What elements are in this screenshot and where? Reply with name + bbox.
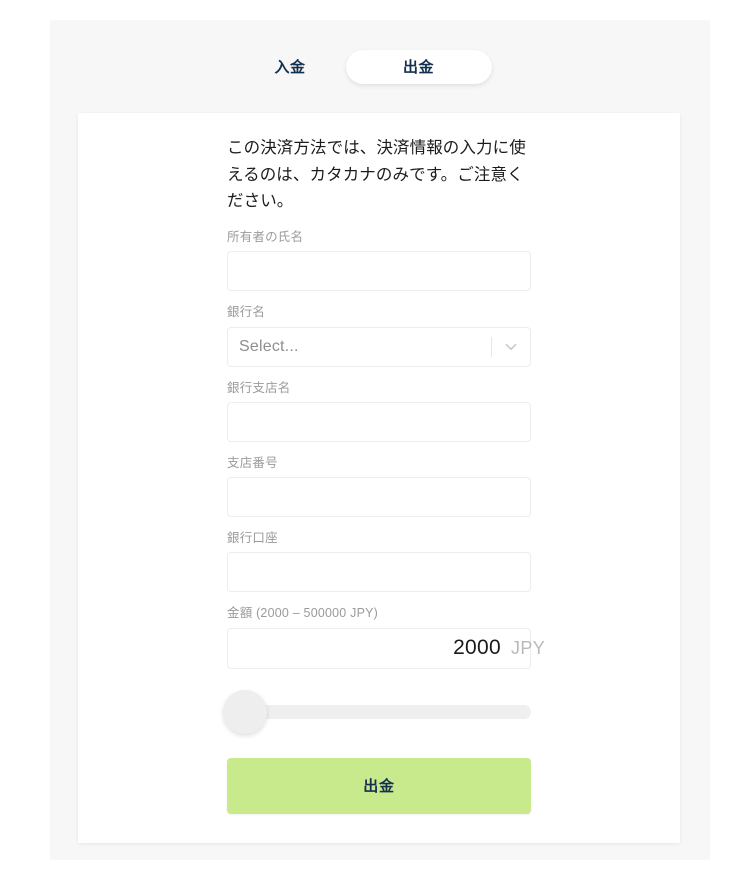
input-amount[interactable] — [228, 635, 511, 662]
select-bank-name-value: Select... — [239, 337, 299, 355]
transaction-type-tabs: 入金 出金 — [50, 44, 710, 90]
label-amount: 金額 (2000 – 500000 JPY) — [227, 606, 379, 621]
chevron-down-icon[interactable] — [492, 328, 530, 366]
katakana-notice: この決済方法では、決済情報の入力に使えるのは、カタカナのみです。ご注意ください。 — [227, 139, 526, 211]
field-account-holder-name: 所有者の氏名 — [227, 229, 531, 292]
amount-currency-label: JPY — [511, 637, 546, 658]
label-branch-number: 支店番号 — [227, 455, 278, 470]
field-amount: 金額 (2000 – 500000 JPY) JPY — [227, 605, 545, 669]
label-bank-account: 銀行口座 — [227, 531, 278, 546]
amount-slider[interactable] — [223, 682, 531, 742]
input-branch-number[interactable] — [227, 477, 531, 518]
field-bank-account: 銀行口座 — [227, 530, 531, 593]
withdrawal-form-card: この決済方法では、決済情報の入力に使えるのは、カタカナのみです。ご注意ください。… — [78, 113, 680, 843]
page-root: 入金 出金 この決済方法では、決済情報の入力に使えるのは、カタカナのみです。ご注… — [0, 0, 750, 880]
input-bank-branch-name[interactable] — [227, 401, 531, 442]
tab-withdraw[interactable]: 出金 — [345, 50, 492, 84]
withdrawal-form: この決済方法では、決済情報の入力に使えるのは、カタカナのみです。ご注意ください。… — [223, 135, 545, 814]
field-bank-branch-name: 銀行支店名 — [227, 380, 531, 442]
field-branch-number: 支店番号 — [227, 455, 531, 518]
amount-slider-track[interactable] — [227, 704, 531, 719]
label-bank-branch-name: 銀行支店名 — [227, 380, 291, 395]
tab-withdraw-label: 出金 — [402, 58, 434, 76]
tab-deposit[interactable]: 入金 — [268, 60, 311, 75]
tab-deposit-label: 入金 — [274, 58, 306, 76]
input-bank-account[interactable] — [227, 552, 531, 593]
label-bank-name: 銀行名 — [227, 305, 266, 320]
input-account-holder-name[interactable] — [227, 251, 531, 292]
amount-input-wrapper[interactable]: JPY — [227, 627, 545, 669]
field-bank-name: 銀行名 Select... — [227, 304, 531, 367]
select-bank-name[interactable]: Select... — [227, 326, 531, 367]
payment-panel: 入金 出金 この決済方法では、決済情報の入力に使えるのは、カタカナのみです。ご注… — [50, 20, 710, 860]
withdraw-submit-button[interactable]: 出金 — [227, 757, 531, 814]
amount-slider-handle[interactable] — [223, 689, 267, 734]
label-account-holder-name: 所有者の氏名 — [227, 230, 304, 245]
